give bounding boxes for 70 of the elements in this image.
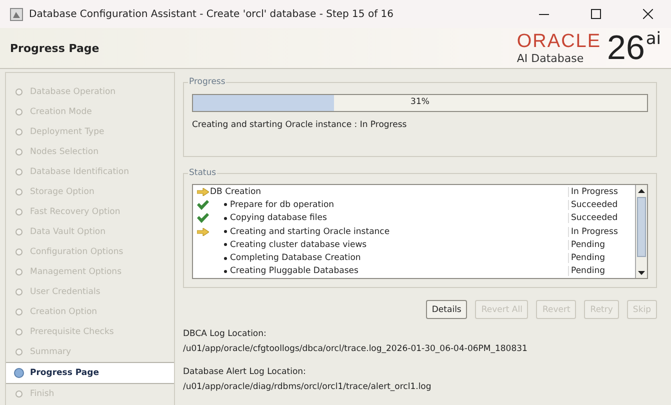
step-marker-icon (14, 187, 24, 197)
step-item[interactable]: Fast Recovery Option (6, 202, 174, 222)
task-name: Prepare for db operation (230, 200, 336, 210)
logo-suffix: ai (646, 29, 661, 49)
step-marker-icon (14, 227, 24, 237)
task-name: Copying database files (230, 213, 328, 224)
step-marker-icon (14, 247, 24, 257)
step-marker-icon (14, 147, 24, 157)
logo-product: AI Database (516, 53, 585, 64)
bullet-icon (224, 256, 227, 260)
log-label: Database Alert Log Location: (183, 366, 307, 380)
bullet-icon (224, 243, 227, 246)
logo-version: 26 (607, 31, 645, 65)
arrow-icon (197, 188, 209, 196)
step-item[interactable]: Creation Option (6, 302, 174, 322)
task-name: Creating cluster database views (230, 240, 368, 250)
step-item[interactable]: Management Options (6, 262, 174, 282)
log-label: DBCA Log Location: (183, 328, 268, 342)
step-marker-icon (14, 307, 24, 317)
progress-reading: 31% (410, 97, 430, 107)
step-marker-icon (14, 87, 24, 97)
step-item[interactable]: Data Vault Option (6, 222, 174, 242)
maximize-icon[interactable] (591, 9, 601, 19)
task-name: Completing Database Creation (230, 253, 362, 264)
step-marker-icon (14, 167, 24, 177)
step-item[interactable]: Storage Option (6, 182, 174, 202)
step-item[interactable]: Finish (6, 384, 174, 404)
app-icon (10, 8, 23, 20)
arrow-icon (197, 228, 209, 236)
step-item[interactable]: Deployment Type (6, 122, 174, 142)
scrollbar[interactable] (635, 185, 647, 278)
step-item[interactable]: Database Identification (6, 162, 174, 182)
close-icon[interactable] (643, 9, 653, 19)
step-marker-icon (14, 368, 24, 378)
step-marker-icon (14, 207, 24, 217)
step-item[interactable]: Summary (6, 342, 174, 362)
checkmark-icon (197, 200, 209, 210)
checkmark-icon (197, 213, 209, 224)
step-item[interactable]: Database Operation (6, 82, 174, 102)
task-name: Creating Pluggable Databases (230, 266, 360, 276)
step-item[interactable]: Configuration Options (6, 242, 174, 262)
step-marker-icon (14, 107, 24, 117)
step-item[interactable]: Progress Page (6, 362, 174, 384)
log-path: /u01/app/oracle/cfgtoollogs/dbca/orcl/trace.log_2026-01-30_06-04-06PM_180831 (183, 343, 528, 356)
group-title: Progress (188, 77, 226, 87)
step-item[interactable]: Nodes Selection (6, 142, 174, 162)
bullet-icon (224, 230, 227, 234)
scroll-down-icon[interactable] (638, 270, 645, 275)
bullet-icon (224, 216, 227, 220)
bullet-icon (224, 270, 227, 273)
group-title: Status (188, 168, 218, 178)
step-marker-icon (14, 287, 24, 297)
step-item[interactable]: User Credentials (6, 282, 174, 302)
log-path: /u01/app/oracle/diag/rdbms/orcl/orcl1/trace/alert_orcl1.log (183, 381, 432, 394)
task-name: Creating and starting Oracle instance (230, 226, 391, 237)
task-name: DB Creation (210, 186, 262, 197)
logo-brand: ORACLE (516, 32, 602, 51)
progress-message: Creating and starting Oracle instance : In Progress (192, 120, 408, 130)
action-button[interactable]: Details (426, 300, 468, 320)
page-title: Progress Page (10, 42, 100, 54)
step-item[interactable]: Creation Mode (6, 102, 174, 122)
bullet-icon (224, 203, 227, 206)
step-item[interactable]: Prerequisite Checks (6, 322, 174, 342)
step-marker-icon (14, 389, 24, 399)
step-marker-icon (14, 267, 24, 277)
step-marker-icon (14, 127, 24, 137)
scroll-up-icon[interactable] (638, 188, 645, 192)
step-marker-icon (14, 347, 24, 357)
step-marker-icon (14, 327, 24, 337)
window-title: Database Configuration Assistant - Create 'orcl' database - Step 15 of 16 (29, 8, 395, 20)
